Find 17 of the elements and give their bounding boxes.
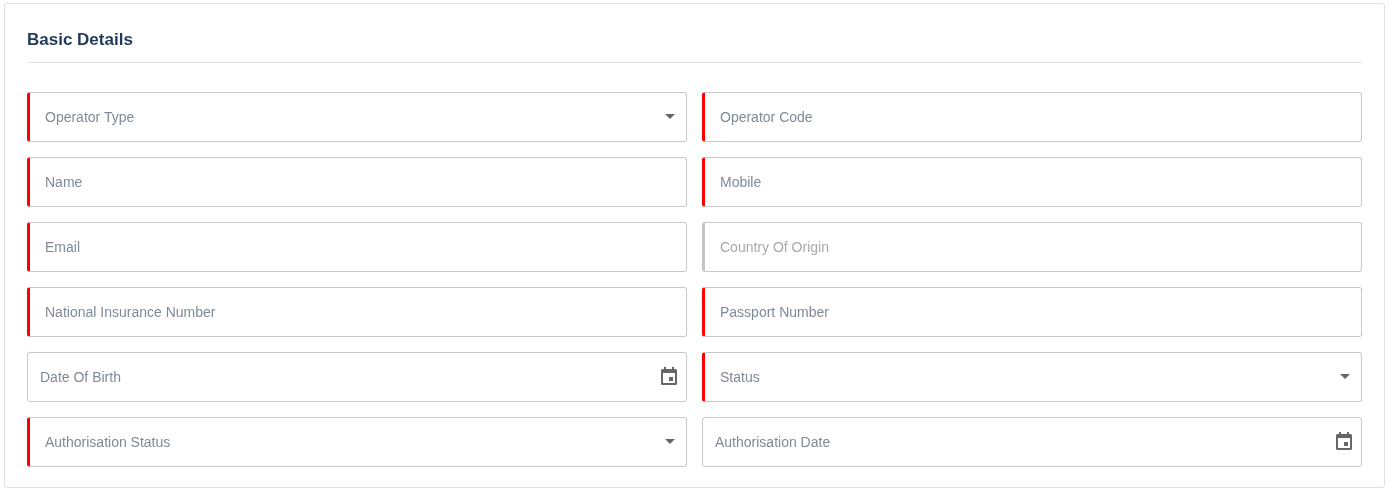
input-field[interactable]: Passport Number xyxy=(702,287,1362,337)
input-field[interactable]: Operator Code xyxy=(702,92,1362,142)
section-title: Basic Details xyxy=(27,30,133,50)
input-field[interactable]: Email xyxy=(27,222,687,272)
input-field[interactable]: Mobile xyxy=(702,157,1362,207)
input-field[interactable]: National Insurance Number xyxy=(27,287,687,337)
caret-icon xyxy=(665,439,675,444)
dropdown-field[interactable]: Status xyxy=(702,352,1362,402)
calendar-icon xyxy=(1336,432,1352,450)
dropdown-field[interactable]: Operator Type xyxy=(27,92,687,142)
caret-icon xyxy=(665,114,675,119)
input-field[interactable]: Name xyxy=(27,157,687,207)
date-field[interactable]: Date Of Birth xyxy=(27,352,687,402)
calendar-icon xyxy=(661,367,677,385)
date-field[interactable]: Authorisation Date xyxy=(702,417,1362,467)
caret-icon xyxy=(1340,374,1350,379)
dropdown-field[interactable]: Authorisation Status xyxy=(27,417,687,467)
